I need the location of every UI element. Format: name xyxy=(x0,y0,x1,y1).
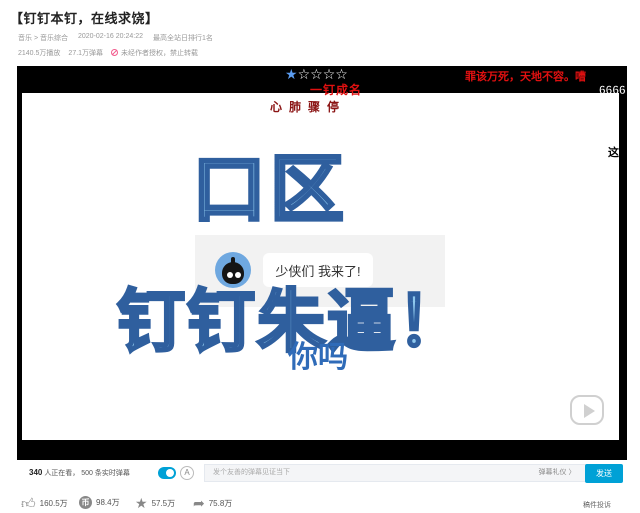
star-icon: ★ xyxy=(135,495,148,511)
video-caption-large: 口区 xyxy=(191,148,348,231)
star-empty-icon: ☆ xyxy=(297,66,311,82)
coin-icon: 币 xyxy=(79,496,92,509)
video-stats-row: 2140.5万播放 27.1万弹幕 未经作者授权，禁止转载 xyxy=(18,48,198,58)
coin-button[interactable]: 币 98.4万 xyxy=(79,496,120,509)
share-button[interactable]: ➦ 75.8万 xyxy=(193,496,232,510)
chat-bubble: 少侠们 我来了! xyxy=(263,253,373,287)
share-arrow-icon: ➦ xyxy=(193,495,205,511)
like-button[interactable]: 👍︎ 160.5万 xyxy=(21,496,68,510)
play-icon[interactable] xyxy=(570,395,604,425)
star-empty-icon: ☆ xyxy=(310,66,323,82)
favorite-count: 57.5万 xyxy=(151,498,176,508)
video-toolbar: 👍︎ 160.5万 币 98.4万 ★ 57.5万 ➦ 75.8万 稿件投诉 xyxy=(17,494,627,512)
share-count: 75.8万 xyxy=(208,498,233,508)
copyright-text: 未经作者授权，禁止转载 xyxy=(121,50,199,57)
category-breadcrumb[interactable]: 音乐 > 音乐综合 xyxy=(18,33,68,43)
no-repost-icon xyxy=(111,49,119,56)
danmaku-input[interactable]: 发个友善的弹幕见证当下 xyxy=(204,464,524,482)
star-empty-icon: ☆ xyxy=(335,66,348,82)
video-meta-row: 音乐 > 音乐综合 2020-02-16 20:24:22 最高全站日排行1名 xyxy=(18,33,213,43)
video-caption-overlay: 你吗 xyxy=(288,341,348,374)
rank-badge[interactable]: 最高全站日排行1名 xyxy=(153,33,213,43)
thumb-up-icon: 👍︎ xyxy=(21,495,36,511)
report-link[interactable]: 稿件投诉 xyxy=(583,500,611,510)
send-button[interactable]: 发送 xyxy=(585,464,623,483)
star-empty-icon: ☆ xyxy=(322,66,336,82)
avatar-eye xyxy=(227,272,233,278)
publish-datetime: 2020-02-16 20:24:22 xyxy=(77,33,143,40)
danmaku-send-bar: 340 人正在看， 500 条实时弹幕 A 发个友善的弹幕见证当下 弹幕礼仪 〉… xyxy=(17,462,627,484)
danmaku-count: 27.1万弹幕 xyxy=(68,50,104,57)
danmaku-comment: 心肺骤停 xyxy=(270,100,347,114)
danmaku-etiquette-link[interactable]: 弹幕礼仪 〉 xyxy=(524,464,591,482)
realtime-danmaku-count: 500 条实时弹幕 xyxy=(81,470,130,477)
coin-count: 98.4万 xyxy=(96,498,120,507)
copyright-notice: 未经作者授权，禁止转载 xyxy=(111,48,198,58)
danmaku-comment: 这组 xyxy=(608,147,619,159)
avatar-eye xyxy=(235,272,241,278)
avatar xyxy=(215,252,251,288)
star-filled-icon: ★ xyxy=(285,66,298,82)
video-player[interactable]: ★☆☆☆☆ 罪该万死，天地不容。嘈 6666 山 这组 口区 少侠们 我来了! … xyxy=(17,66,627,460)
viewer-number: 340 xyxy=(29,468,43,477)
danmaku-comment: 一钉成名 xyxy=(310,83,363,97)
like-count: 160.5万 xyxy=(39,498,68,508)
play-count: 2140.5万播放 xyxy=(18,50,61,57)
danmaku-toggle[interactable] xyxy=(158,467,176,479)
video-page: 【钉钉本钉，在线求饶】 音乐 > 音乐综合 2020-02-16 20:24:2… xyxy=(0,0,640,513)
viewer-count: 340 人正在看， 500 条实时弹幕 xyxy=(29,468,130,478)
favorite-button[interactable]: ★ 57.5万 xyxy=(135,496,175,510)
video-frame[interactable]: 山 这组 口区 少侠们 我来了! 钉钉朱逼！ 你吗 xyxy=(22,93,619,440)
player-control-bar[interactable] xyxy=(17,440,627,460)
danmaku-comment: 罪该万死，天地不容。嘈 xyxy=(465,71,586,83)
viewer-text: 人正在看， xyxy=(44,470,80,477)
danmaku-style-icon[interactable]: A xyxy=(180,466,194,480)
video-title: 【钉钉本钉，在线求饶】 xyxy=(10,11,159,26)
